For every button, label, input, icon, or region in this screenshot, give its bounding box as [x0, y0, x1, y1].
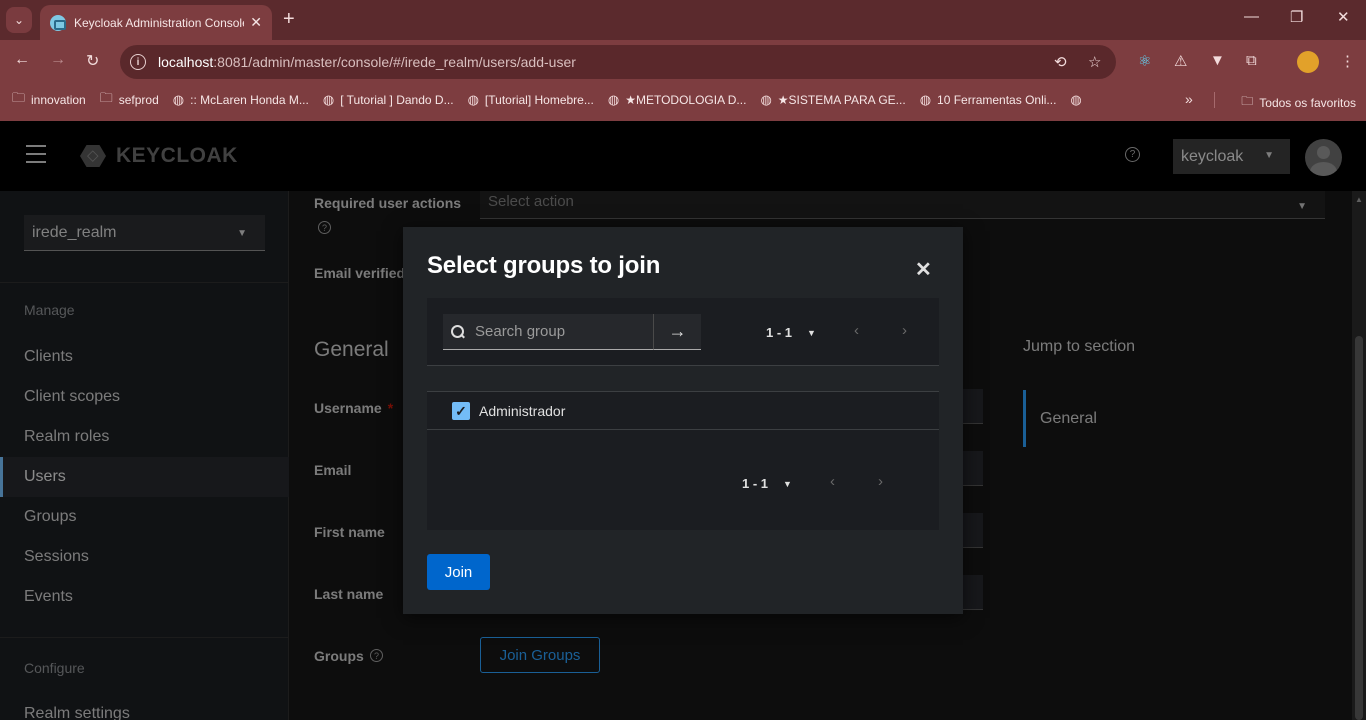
- minimize-icon[interactable]: —: [1244, 8, 1259, 25]
- bookmark-item[interactable]: 🗀 sefprod: [100, 89, 159, 111]
- next-page-icon[interactable]: ›: [878, 473, 883, 490]
- restore-icon[interactable]: ❐: [1290, 8, 1303, 26]
- browser-toolbar: ← → ↻ i localhost:8081/admin/master/cons…: [0, 40, 1366, 85]
- browser-menu-icon[interactable]: ⋮: [1340, 52, 1355, 70]
- browser-tab[interactable]: Keycloak Administration Console ✕: [40, 5, 272, 40]
- close-icon[interactable]: ✕: [915, 257, 932, 282]
- search-submit-button[interactable]: →: [653, 314, 701, 350]
- join-button[interactable]: Join: [427, 554, 490, 590]
- search-icon: [451, 324, 465, 339]
- url-host: localhost: [158, 54, 214, 70]
- window-close-icon[interactable]: ✕: [1337, 8, 1350, 26]
- tab-search-icon[interactable]: ⌄: [6, 7, 32, 33]
- reload-icon[interactable]: ↻: [86, 51, 99, 71]
- bookmarks-divider: [1214, 92, 1215, 108]
- group-toolbar: Search group → 1 - 1 ▼ ‹ ›: [427, 298, 939, 366]
- caret-down-icon[interactable]: ▼: [783, 479, 792, 489]
- globe-icon: ◍: [919, 92, 932, 107]
- caret-down-icon[interactable]: ▼: [807, 328, 816, 338]
- bookmark-item[interactable]: ◍ 10 Ferramentas Onli...: [920, 92, 1057, 108]
- bookmark-item[interactable]: ◍ ★METODOLOGIA D...: [608, 92, 747, 108]
- bookmark-item[interactable]: ◍[ Tutorial ] Dando D...: [323, 92, 454, 108]
- globe-icon: ◍: [172, 92, 185, 107]
- translate-icon[interactable]: ⟲: [1054, 53, 1067, 71]
- next-page-icon[interactable]: ›: [902, 322, 907, 339]
- globe-icon: ◍: [322, 92, 335, 107]
- pagination-range[interactable]: 1 - 1: [766, 325, 792, 340]
- bookmark-item[interactable]: ◍ [Tutorial] Homebre...: [468, 92, 594, 108]
- globe-icon: ◍: [467, 92, 479, 107]
- folder-icon: 🗀: [1241, 94, 1254, 108]
- vue-devtools-icon[interactable]: ▼: [1210, 52, 1225, 69]
- tab-close-icon[interactable]: ✕: [250, 14, 262, 31]
- folder-icon: 🗀: [99, 90, 113, 105]
- forward-icon[interactable]: →: [50, 51, 66, 69]
- tab-title: Keycloak Administration Console: [74, 15, 244, 30]
- pagination-range[interactable]: 1 - 1: [742, 476, 768, 491]
- folder-icon: 🗀: [12, 90, 26, 105]
- globe-icon: ◍: [1070, 92, 1082, 107]
- group-name: Administrador: [479, 403, 566, 419]
- search-group-input[interactable]: Search group: [443, 314, 653, 350]
- bookmark-item[interactable]: 🗀 innovation: [12, 89, 86, 111]
- bookmark-item[interactable]: ◍: [1070, 92, 1087, 108]
- bookmarks-bar: 🗀 innovation 🗀 sefprod ◍:: McLaren Honda M…: [0, 85, 1366, 115]
- previous-page-icon[interactable]: ‹: [830, 473, 835, 490]
- extensions-puzzle-icon[interactable]: ⧉: [1246, 52, 1257, 69]
- all-bookmarks-folder[interactable]: 🗀 Todos os favoritos: [1241, 92, 1356, 113]
- keycloak-favicon-icon: [50, 14, 66, 31]
- bookmark-item[interactable]: ◍:: McLaren Honda M...: [173, 92, 309, 108]
- new-tab-button[interactable]: +: [283, 8, 295, 31]
- site-info-icon[interactable]: i: [130, 54, 146, 70]
- group-footer-toolbar: 1 - 1 ▼ ‹ ›: [427, 430, 939, 530]
- list-item[interactable]: ✓ Administrador: [427, 391, 939, 430]
- profile-avatar-icon[interactable]: [1297, 51, 1319, 73]
- bookmark-star-icon[interactable]: ☆: [1088, 53, 1101, 71]
- globe-icon: ◍: [760, 92, 772, 107]
- bookmark-item[interactable]: ◍ ★SISTEMA PARA GE...: [760, 92, 905, 108]
- react-devtools-icon[interactable]: ⚛: [1138, 52, 1151, 70]
- globe-icon: ◍: [607, 92, 620, 107]
- modal-title: Select groups to join: [427, 252, 661, 279]
- group-checkbox[interactable]: ✓: [452, 402, 470, 420]
- url-path: :8081/admin/master/console/#/irede_realm…: [213, 54, 576, 70]
- address-bar[interactable]: i localhost:8081/admin/master/console/#/…: [120, 45, 1116, 79]
- more-bookmarks-icon[interactable]: »: [1185, 91, 1193, 107]
- extension-a-icon[interactable]: ⚠: [1174, 52, 1187, 70]
- previous-page-icon[interactable]: ‹: [854, 322, 859, 339]
- browser-tab-strip: ⌄ Keycloak Administration Console ✕ + — …: [0, 0, 1366, 40]
- select-groups-modal: Select groups to join ✕ Search group → 1…: [403, 227, 963, 614]
- back-icon[interactable]: ←: [14, 51, 30, 69]
